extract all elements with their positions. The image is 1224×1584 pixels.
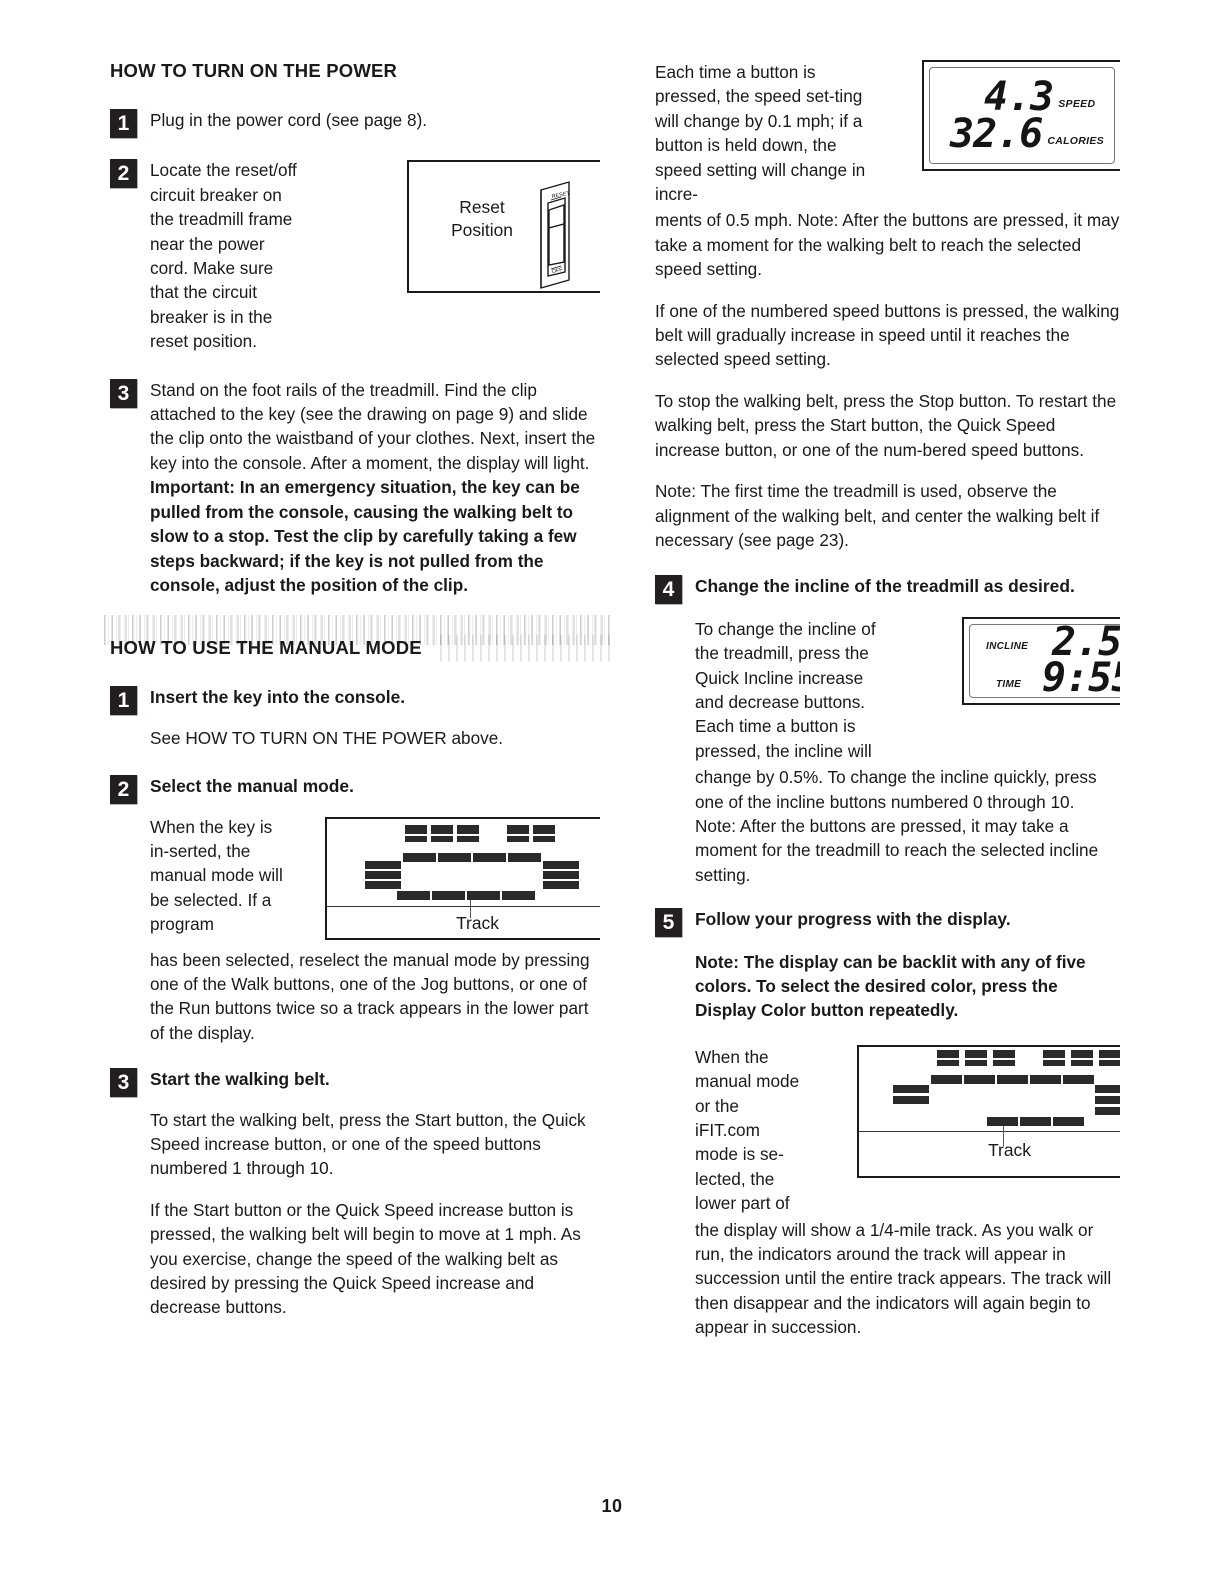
section-heading-power: HOW TO TURN ON THE POWER xyxy=(110,60,398,81)
lcd-incline-display: INCLINE 2.5 TIME 9:55 xyxy=(962,616,1120,705)
step-incline-4: 4 Change the incline of the treadmill as… xyxy=(655,574,1120,887)
lcd-calories-label: CALORIES xyxy=(1047,135,1104,147)
page-number: 10 xyxy=(601,1496,623,1516)
lcd-incline-value: 2.5 xyxy=(1052,618,1120,665)
step-progress-5: 5 Follow your progress with the display.… xyxy=(655,907,1120,1340)
step-body-rest: has been selected, reselect the manual m… xyxy=(150,949,590,1043)
speed-intro-narrow: Each time a button is pressed, the speed… xyxy=(655,62,866,205)
step-text-bold: Important: In an emergency situation, th… xyxy=(150,477,580,595)
step-number-badge: 3 xyxy=(110,378,137,408)
figure-reset-position: Reset Position RESET OFF xyxy=(407,160,600,294)
lcd-speed-label: SPEED xyxy=(1058,98,1096,110)
speed-intro-block: 4.3 SPEED 32.6 CALORIES Each time a butt… xyxy=(655,60,1120,206)
lcd-speed-display: 4.3 SPEED 32.6 CALORIES xyxy=(922,60,1120,171)
step-text: Locate the reset/off circuit breaker on … xyxy=(150,160,297,352)
scan-noise-band-right xyxy=(440,635,610,662)
speed-intro-rest: ments of 0.5 mph. Note: After the button… xyxy=(655,210,1120,280)
step-number-badge: 4 xyxy=(655,575,682,605)
step-title: Change the incline of the treadmill as d… xyxy=(695,576,1075,597)
step-title: Select the manual mode. xyxy=(150,776,354,797)
speed-para-3: To stop the walking belt, press the Stop… xyxy=(655,390,1117,460)
step-body-rest: change by 0.5%. To change the incline qu… xyxy=(695,767,1099,885)
lcd-time-value: 9:55 xyxy=(1042,654,1120,701)
speed-para-4: Note: The first time the treadmill is us… xyxy=(655,481,1100,550)
step-manual-1: 1 Insert the key into the console. See H… xyxy=(110,685,600,750)
figure-track-label: Track xyxy=(456,912,499,933)
step-number-badge: 1 xyxy=(110,109,137,138)
lcd-speed-row: 4.3 SPEED xyxy=(984,74,1096,120)
step-para-1: To start the walking belt, press the Sta… xyxy=(150,1109,586,1179)
step-number-badge: 5 xyxy=(655,908,682,938)
step-body-rest: the display will show a 1/4-mile track. … xyxy=(695,1219,1112,1338)
figure-track-display-partial: Track xyxy=(857,1044,1120,1178)
step-number-badge: 2 xyxy=(110,159,137,189)
figure-track-display-full: Track xyxy=(325,816,600,940)
lcd-time-label: TIME xyxy=(996,678,1022,690)
step-number-badge: 3 xyxy=(110,1068,137,1098)
left-column: HOW TO TURN ON THE POWER 1 Plug in the p… xyxy=(104,60,610,1342)
lcd-calories-value: 32.6 xyxy=(950,111,1043,157)
display-color-note: Note: The display can be backlit with an… xyxy=(695,951,1086,1021)
step-power-2: 2 Reset Position RESET OFF Locate the re… xyxy=(110,158,600,353)
step-title: Start the walking belt. xyxy=(150,1069,330,1090)
step-para-2: If the Start button or the Quick Speed i… xyxy=(150,1199,581,1318)
step-text: Plug in the power cord (see page 8). xyxy=(150,110,428,130)
lcd-incline-label: INCLINE xyxy=(986,640,1029,652)
step-body-narrow: To change the incline of the treadmill, … xyxy=(695,618,876,761)
right-column: 4.3 SPEED 32.6 CALORIES Each time a butt… xyxy=(655,60,1120,1362)
step-title: Follow your progress with the display. xyxy=(695,909,1011,930)
speed-para-2: If one of the numbered speed buttons is … xyxy=(655,300,1120,370)
section-heading-text: HOW TO USE THE MANUAL MODE xyxy=(110,637,422,659)
step-manual-3: 3 Start the walking belt. To start the w… xyxy=(110,1067,600,1320)
step-text: Stand on the foot rails of the treadmill… xyxy=(150,378,600,598)
circuit-breaker-switch-icon: RESET OFF xyxy=(540,181,571,290)
step-body-narrow: When the key is in-serted, the manual mo… xyxy=(150,816,283,935)
step-number-badge: 1 xyxy=(110,686,137,716)
lcd-speed-value: 4.3 xyxy=(984,74,1054,120)
lcd-calories-row: 32.6 CALORIES xyxy=(950,111,1104,157)
step-body-narrow: When the manual mode or the iFIT.com mod… xyxy=(695,1046,800,1214)
figure-track-label: Track xyxy=(988,1139,1031,1160)
step-power-3: 3 Stand on the foot rails of the treadmi… xyxy=(110,378,600,598)
step-title: Insert the key into the console. xyxy=(150,687,406,708)
step-number-badge: 2 xyxy=(110,775,137,805)
step-power-1: 1 Plug in the power cord (see page 8). xyxy=(110,108,600,138)
manual-page: HOW TO TURN ON THE POWER 1 Plug in the p… xyxy=(0,0,1224,1584)
section-heading-manual-mode: HOW TO USE THE MANUAL MODE xyxy=(104,615,610,662)
step-text-plain: Stand on the foot rails of the treadmill… xyxy=(150,379,596,473)
step-body: See HOW TO TURN ON THE POWER above. xyxy=(150,727,504,748)
step-manual-2: 2 Select the manual mode. Track When the… xyxy=(110,774,600,1045)
